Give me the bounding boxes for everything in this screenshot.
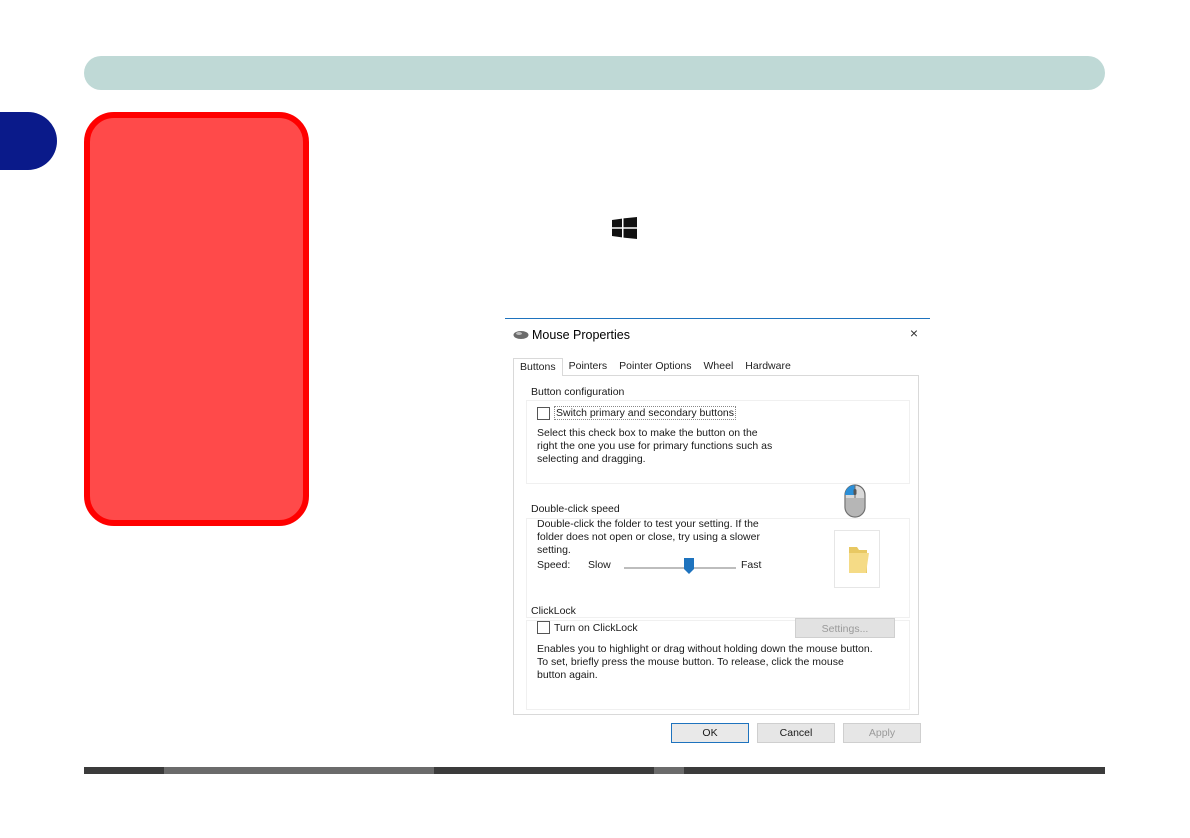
switch-buttons-row[interactable]: Switch primary and secondary buttons (537, 406, 737, 420)
mouse-properties-dialog: Mouse Properties × Buttons Pointers Poin… (505, 318, 930, 748)
mouse-app-icon (513, 331, 529, 339)
speed-slider-track[interactable] (624, 567, 736, 569)
description-line: setting. (537, 544, 571, 556)
speed-label: Speed: (537, 559, 571, 571)
mouse-icon (844, 484, 866, 518)
footer-rule (84, 767, 1105, 774)
tab-buttons[interactable]: Buttons (513, 358, 563, 376)
button-configuration-label: Button configuration (531, 386, 625, 398)
description-line: right the one you use for primary functi… (537, 440, 773, 452)
tab-bar: Buttons Pointers Pointer Options Wheel H… (513, 355, 797, 376)
tab-hardware[interactable]: Hardware (739, 358, 797, 375)
slow-label: Slow (588, 559, 611, 571)
speed-slider-thumb[interactable] (683, 558, 694, 574)
description-line: Double-click the folder to test your set… (537, 518, 759, 530)
clicklock-description: Enables you to highlight or drag without… (537, 643, 873, 682)
description-line: To set, briefly press the mouse button. … (537, 656, 844, 668)
windows-logo-icon (612, 217, 637, 239)
description-line: Select this check box to make the button… (537, 427, 758, 439)
description-line: Enables you to highlight or drag without… (537, 643, 873, 655)
clicklock-row[interactable]: Turn on ClickLock (537, 621, 638, 634)
tab-pointers[interactable]: Pointers (563, 358, 614, 375)
dialog-title-bar: Mouse Properties (513, 328, 630, 342)
tab-pointer-options[interactable]: Pointer Options (613, 358, 697, 375)
test-folder[interactable] (834, 530, 880, 588)
clicklock-checkbox-label[interactable]: Turn on ClickLock (554, 622, 638, 634)
buttons-panel: Button configuration Switch primary and … (513, 375, 919, 715)
cancel-button[interactable]: Cancel (757, 723, 835, 743)
header-bar (84, 56, 1105, 90)
close-icon[interactable]: × (910, 325, 918, 341)
description-line: button again. (537, 669, 598, 681)
clicklock-label: ClickLock (531, 605, 576, 617)
button-configuration-description: Select this check box to make the button… (537, 427, 772, 466)
description-line: folder does not open or close, try using… (537, 531, 760, 543)
double-click-label: Double-click speed (531, 503, 620, 515)
fast-label: Fast (741, 559, 762, 571)
switch-buttons-label[interactable]: Switch primary and secondary buttons (554, 406, 737, 420)
double-click-description: Double-click the folder to test your set… (537, 518, 760, 557)
clicklock-checkbox[interactable] (537, 621, 550, 634)
ok-button[interactable]: OK (671, 723, 749, 743)
dialog-title: Mouse Properties (532, 328, 630, 342)
switch-buttons-checkbox[interactable] (537, 406, 550, 420)
description-line: selecting and dragging. (537, 453, 646, 465)
note-box (84, 112, 309, 526)
clicklock-settings-button[interactable]: Settings... (795, 618, 895, 638)
chapter-tab (0, 112, 57, 170)
folder-icon (849, 547, 869, 573)
tab-wheel[interactable]: Wheel (698, 358, 740, 375)
apply-button[interactable]: Apply (843, 723, 921, 743)
